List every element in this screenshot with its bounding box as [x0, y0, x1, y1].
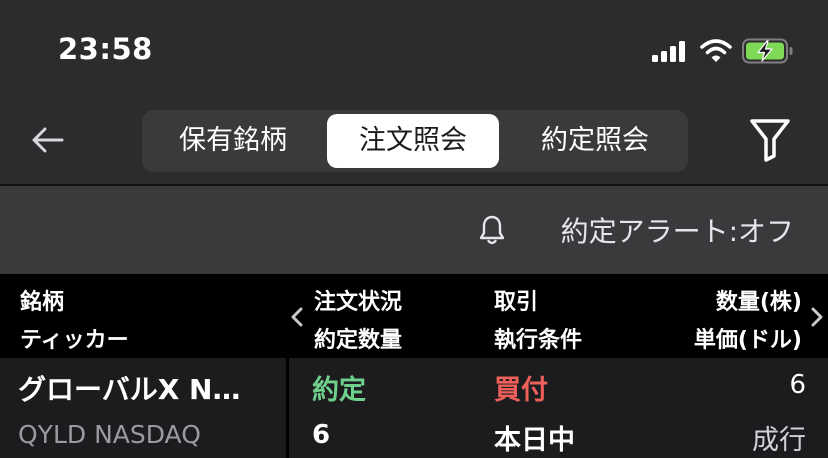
tab-holdings[interactable]: 保有銘柄	[142, 110, 324, 172]
tab-execution-inquiry[interactable]: 約定照会	[504, 110, 686, 172]
status-time: 23:58	[58, 32, 153, 66]
segmented-control: 保有銘柄 注文照会 約定照会	[142, 110, 688, 172]
table-row[interactable]: グローバルX N… QYLD NASDAQ 約定 6 買付 本日中 6 成行	[0, 358, 828, 458]
status-bar: 23:58	[0, 0, 828, 100]
chevron-left-icon[interactable]	[290, 306, 304, 328]
battery-charging-icon	[742, 38, 793, 64]
wifi-icon	[700, 39, 732, 62]
header-exec-condition: 執行条件	[494, 328, 583, 353]
back-arrow-icon[interactable]	[28, 120, 68, 160]
alert-bar[interactable]: 約定アラート:オフ	[0, 186, 828, 274]
header-order-status: 注文状況	[314, 290, 403, 315]
header-trade: 取引	[494, 290, 539, 315]
chevron-right-icon[interactable]	[810, 306, 824, 328]
cellular-signal-icon	[652, 40, 690, 62]
row-name: グローバルX N…	[18, 373, 241, 406]
row-filled-qty: 6	[312, 420, 331, 450]
row-side: 買付	[494, 375, 548, 406]
row-condition: 本日中	[494, 425, 575, 456]
header-name: 銘柄	[20, 290, 65, 315]
header-filled-qty: 約定数量	[314, 328, 403, 353]
column-divider	[286, 358, 289, 458]
header-unit-price: 単価(ドル)	[693, 328, 802, 353]
bell-icon	[479, 215, 505, 245]
row-quantity: 6	[789, 370, 806, 400]
nav-bar: 保有銘柄 注文照会 約定照会	[0, 100, 828, 184]
row-ticker: QYLD NASDAQ	[18, 420, 201, 449]
header-ticker: ティッカー	[20, 328, 129, 353]
filter-icon[interactable]	[748, 116, 792, 162]
table-header: 銘柄 ティッカー 注文状況 約定数量 取引 執行条件 数量(株) 単価(ドル)	[0, 274, 828, 358]
tab-order-inquiry[interactable]: 注文照会	[327, 114, 499, 168]
execution-alert-label[interactable]: 約定アラート:オフ	[561, 210, 794, 250]
row-status: 約定	[312, 375, 366, 406]
header-quantity: 数量(株)	[715, 290, 802, 315]
row-price: 成行	[752, 425, 806, 456]
